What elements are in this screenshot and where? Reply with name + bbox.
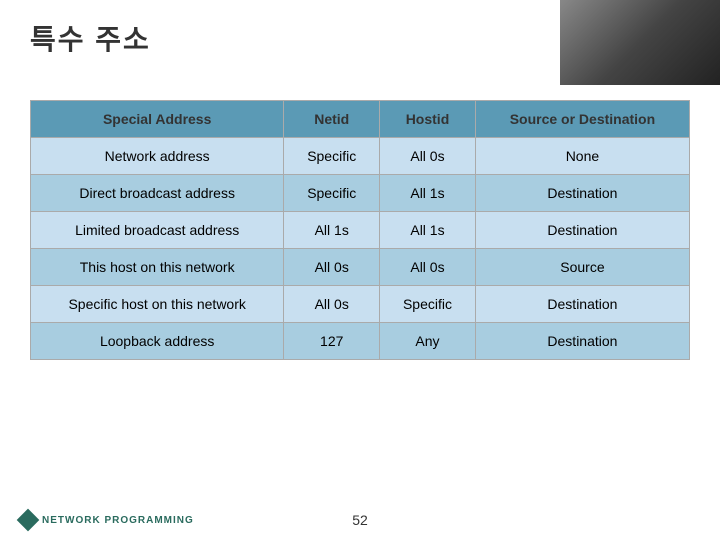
table-row: This host on this networkAll 0sAll 0sSou… xyxy=(31,249,690,286)
table-row: Limited broadcast addressAll 1sAll 1sDes… xyxy=(31,212,690,249)
col-header-netid: Netid xyxy=(284,101,380,138)
table-row: Network addressSpecificAll 0sNone xyxy=(31,138,690,175)
page-number: 52 xyxy=(352,512,368,528)
table-cell: None xyxy=(475,138,689,175)
table-cell: Specific xyxy=(284,138,380,175)
table-cell: All 0s xyxy=(284,286,380,323)
table-cell: Direct broadcast address xyxy=(31,175,284,212)
col-header-special-address: Special Address xyxy=(31,101,284,138)
table-header-row: Special Address Netid Hostid Source or D… xyxy=(31,101,690,138)
table-cell: This host on this network xyxy=(31,249,284,286)
table-row: Loopback address127AnyDestination xyxy=(31,323,690,360)
table-cell: 127 xyxy=(284,323,380,360)
table-cell: Destination xyxy=(475,286,689,323)
table-cell: Any xyxy=(380,323,476,360)
table-cell: All 1s xyxy=(380,175,476,212)
page-title: 특수 주소 xyxy=(30,18,151,58)
table-row: Direct broadcast addressSpecificAll 1sDe… xyxy=(31,175,690,212)
table-cell: Destination xyxy=(475,323,689,360)
table-cell: All 0s xyxy=(380,249,476,286)
table-cell: Specific host on this network xyxy=(31,286,284,323)
col-header-hostid: Hostid xyxy=(380,101,476,138)
special-address-table: Special Address Netid Hostid Source or D… xyxy=(30,100,690,360)
table-cell: Loopback address xyxy=(31,323,284,360)
table-cell: All 0s xyxy=(380,138,476,175)
table-row: Specific host on this networkAll 0sSpeci… xyxy=(31,286,690,323)
table-cell: Specific xyxy=(380,286,476,323)
footer-center: 52 xyxy=(0,512,720,528)
table-cell: Source xyxy=(475,249,689,286)
table-cell: Destination xyxy=(475,175,689,212)
table-cell: All 0s xyxy=(284,249,380,286)
top-decoration xyxy=(560,0,720,85)
table-cell: Network address xyxy=(31,138,284,175)
main-content: Special Address Netid Hostid Source or D… xyxy=(30,100,690,480)
table-cell: All 1s xyxy=(380,212,476,249)
table-cell: Specific xyxy=(284,175,380,212)
table-cell: Limited broadcast address xyxy=(31,212,284,249)
col-header-source-destination: Source or Destination xyxy=(475,101,689,138)
title-area: 특수 주소 xyxy=(30,18,151,58)
table-cell: Destination xyxy=(475,212,689,249)
table-cell: All 1s xyxy=(284,212,380,249)
